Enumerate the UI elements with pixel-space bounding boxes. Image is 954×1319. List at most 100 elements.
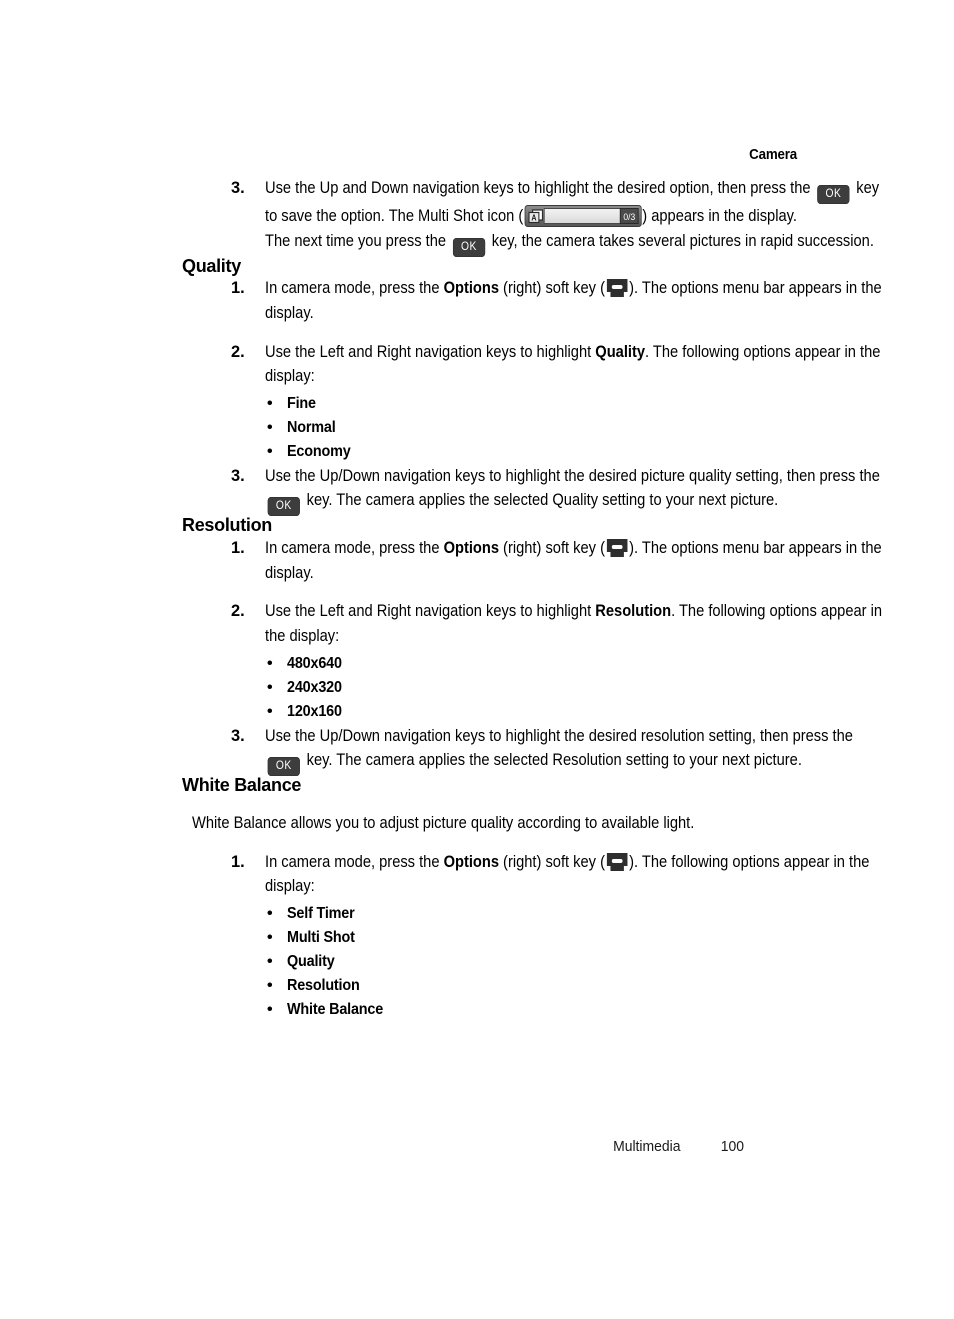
step-number: 3.	[231, 466, 245, 485]
resolution-option-list: • 480x640 • 240x320 • 120x160	[182, 652, 798, 724]
step-number: 2.	[231, 602, 245, 621]
intro-text: White Balance allows you to adjust pictu…	[192, 813, 695, 832]
step-item: 2. Use the Left and Right navigation key…	[182, 340, 880, 389]
list-item-label: Quality	[287, 952, 335, 970]
ok-key-icon: OK	[267, 497, 300, 517]
step-number: 1.	[231, 279, 245, 298]
quality-step-list-continued: 3. Use the Up/Down navigation keys to hi…	[182, 464, 880, 517]
right-soft-key-icon	[606, 278, 628, 298]
list-item: • Multi Shot	[182, 926, 798, 950]
step-text-pre: Use the Up/Down navigation keys to highl…	[265, 726, 853, 745]
step-text-part1: Use the Up and Down navigation keys to h…	[265, 179, 815, 197]
section-heading-quality: Quality	[182, 255, 241, 276]
step-text: Use the Up/Down navigation keys to highl…	[265, 464, 883, 517]
list-item-label: Fine	[287, 394, 316, 412]
list-item: • Normal	[182, 416, 798, 440]
step-text: Use the Up/Down navigation keys to highl…	[265, 724, 883, 777]
options-label: Options	[443, 852, 499, 871]
step-item: 1. In camera mode, press the Options (ri…	[182, 850, 869, 899]
list-item: • 120x160	[182, 700, 798, 724]
svg-text:A: A	[531, 213, 537, 222]
bullet-dot-icon: •	[267, 702, 273, 720]
step-number: 1.	[231, 852, 245, 871]
step-text-mid: (right) soft key (	[498, 539, 605, 558]
step-item: 1. In camera mode, press the Options (ri…	[182, 536, 882, 585]
step-text-part3: ) appears in the display.	[642, 207, 797, 225]
ok-key-icon: OK	[452, 237, 486, 257]
list-item: • Self Timer	[182, 902, 798, 926]
list-item-label: 480x640	[287, 654, 342, 672]
list-item-label: Normal	[287, 418, 336, 436]
list-item: • Quality	[182, 950, 798, 974]
manual-page: Camera 3. Use the Up and Down navigation…	[0, 0, 954, 1319]
white-balance-intro-paragraph: White Balance allows you to adjust pictu…	[182, 811, 798, 836]
white-balance-option-list: • Self Timer • Multi Shot • Quality • Re…	[182, 902, 798, 1022]
list-item: • Resolution	[182, 974, 798, 998]
step-text-part4: The next time you press the	[265, 231, 451, 250]
options-label: Options	[443, 539, 499, 558]
options-label: Options	[443, 279, 499, 298]
right-soft-key-icon	[606, 852, 628, 872]
step-text: Use the Up and Down navigation keys to h…	[265, 176, 883, 257]
step-number: 3.	[231, 726, 245, 745]
list-item-label: 120x160	[287, 702, 342, 720]
step-text-pre: Use the Up/Down navigation keys to highl…	[265, 466, 880, 485]
step-item: 3. Use the Up and Down navigation keys t…	[182, 176, 879, 257]
bullet-dot-icon: •	[267, 442, 273, 460]
step-item: 3. Use the Up/Down navigation keys to hi…	[182, 464, 880, 517]
quality-step-list: 1. In camera mode, press the Options (ri…	[182, 276, 882, 389]
list-item: • Economy	[182, 440, 798, 464]
running-header-chapter: Camera	[749, 147, 797, 163]
step-item: 1. In camera mode, press the Options (ri…	[182, 276, 882, 325]
list-item: • 480x640	[182, 652, 798, 676]
list-item-label: 240x320	[287, 678, 342, 696]
step-text: In camera mode, press the Options (right…	[265, 536, 883, 585]
bullet-dot-icon: •	[267, 1000, 273, 1018]
section-heading-resolution: Resolution	[182, 515, 272, 536]
bullet-dot-icon: •	[267, 418, 273, 436]
step-text: Use the Left and Right navigation keys t…	[265, 340, 883, 389]
bullet-dot-icon: •	[267, 678, 273, 696]
step-text-pre: In camera mode, press the	[265, 539, 444, 558]
right-soft-key-icon	[606, 538, 628, 558]
bullet-dot-icon: •	[267, 976, 273, 994]
bullet-dot-icon: •	[267, 952, 273, 970]
bullet-dot-icon: •	[267, 928, 273, 946]
resolution-step-list: 1. In camera mode, press the Options (ri…	[182, 536, 882, 648]
ok-key-icon: OK	[267, 757, 300, 777]
list-item-label: Self Timer	[287, 904, 355, 922]
list-item-label: Resolution	[287, 976, 360, 994]
step-item: 3. Use the Up/Down navigation keys to hi…	[182, 724, 853, 777]
step-text: In camera mode, press the Options (right…	[265, 850, 883, 899]
list-item: • 240x320	[182, 676, 798, 700]
step-text-pre: Use the Left and Right navigation keys t…	[265, 602, 596, 621]
multi-shot-status-icon: A 0/3	[524, 205, 642, 227]
quality-label: Quality	[595, 342, 646, 361]
list-item: • Fine	[182, 392, 798, 416]
resolution-label: Resolution	[595, 602, 672, 621]
step-text-post: key. The camera applies the selected Qua…	[302, 491, 779, 510]
bullet-dot-icon: •	[267, 394, 273, 412]
step-text-pre: In camera mode, press the	[265, 279, 444, 298]
step-text-mid: (right) soft key (	[498, 279, 605, 298]
step-text: Use the Left and Right navigation keys t…	[265, 599, 883, 648]
multi-shot-counter-text: 0/3	[623, 212, 635, 223]
section-heading-white-balance: White Balance	[182, 775, 302, 796]
resolution-step-list-continued: 3. Use the Up/Down navigation keys to hi…	[182, 724, 853, 777]
footer-section-name: Multimedia	[613, 1138, 681, 1155]
step-text-mid: (right) soft key (	[498, 852, 605, 871]
quality-option-list: • Fine • Normal • Economy	[182, 392, 798, 464]
list-item-label: Economy	[287, 442, 351, 460]
step-text-pre: In camera mode, press the	[265, 852, 444, 871]
list-item-label: Multi Shot	[287, 928, 355, 946]
footer-page-number: 100	[720, 1138, 744, 1155]
multi-shot-step-list: 3. Use the Up and Down navigation keys t…	[182, 176, 879, 257]
step-number: 3.	[231, 179, 245, 197]
step-text: In camera mode, press the Options (right…	[265, 276, 883, 325]
list-item-label: White Balance	[287, 1000, 384, 1018]
step-item: 2. Use the Left and Right navigation key…	[182, 599, 882, 648]
step-text-part5: key, the camera takes several pictures i…	[487, 231, 874, 250]
step-text-post: key. The camera applies the selected Res…	[302, 751, 802, 770]
bullet-dot-icon: •	[267, 904, 273, 922]
step-number: 2.	[231, 342, 245, 361]
